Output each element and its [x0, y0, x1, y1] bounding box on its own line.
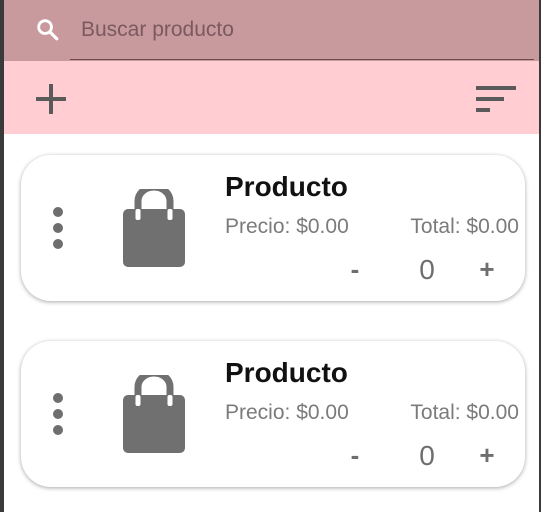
product-name: Producto — [225, 171, 348, 202]
quantity-value: 0 — [419, 440, 435, 471]
shopping-bag-icon — [123, 375, 185, 453]
add-product-button[interactable] — [34, 82, 68, 116]
sort-icon — [476, 86, 516, 112]
shopping-bag-icon — [123, 189, 185, 267]
decrease-quantity-button[interactable]: - — [345, 439, 365, 471]
product-name: Producto — [225, 357, 348, 388]
more-options-button[interactable] — [49, 391, 67, 437]
more-vert-icon — [53, 393, 63, 435]
product-price: Precio: $0.00 — [225, 401, 349, 424]
product-card: Producto Precio: $0.00 Total: $0.00 - 0 … — [21, 341, 525, 487]
more-options-button[interactable] — [49, 205, 67, 251]
decrease-quantity-button[interactable]: - — [345, 253, 365, 285]
toolbar — [4, 61, 539, 134]
search-bar — [4, 0, 539, 61]
more-vert-icon — [53, 207, 63, 249]
product-total: Total: $0.00 — [410, 401, 519, 424]
increase-quantity-button[interactable]: + — [475, 439, 499, 471]
quantity-value: 0 — [419, 254, 435, 285]
plus-icon — [36, 84, 66, 114]
search-input[interactable] — [70, 0, 534, 60]
product-total: Total: $0.00 — [410, 215, 519, 238]
search-icon — [37, 19, 59, 41]
sort-button[interactable] — [474, 84, 518, 114]
product-card: Producto Precio: $0.00 Total: $0.00 - 0 … — [21, 155, 525, 301]
increase-quantity-button[interactable]: + — [475, 253, 499, 285]
product-price: Precio: $0.00 — [225, 215, 349, 238]
